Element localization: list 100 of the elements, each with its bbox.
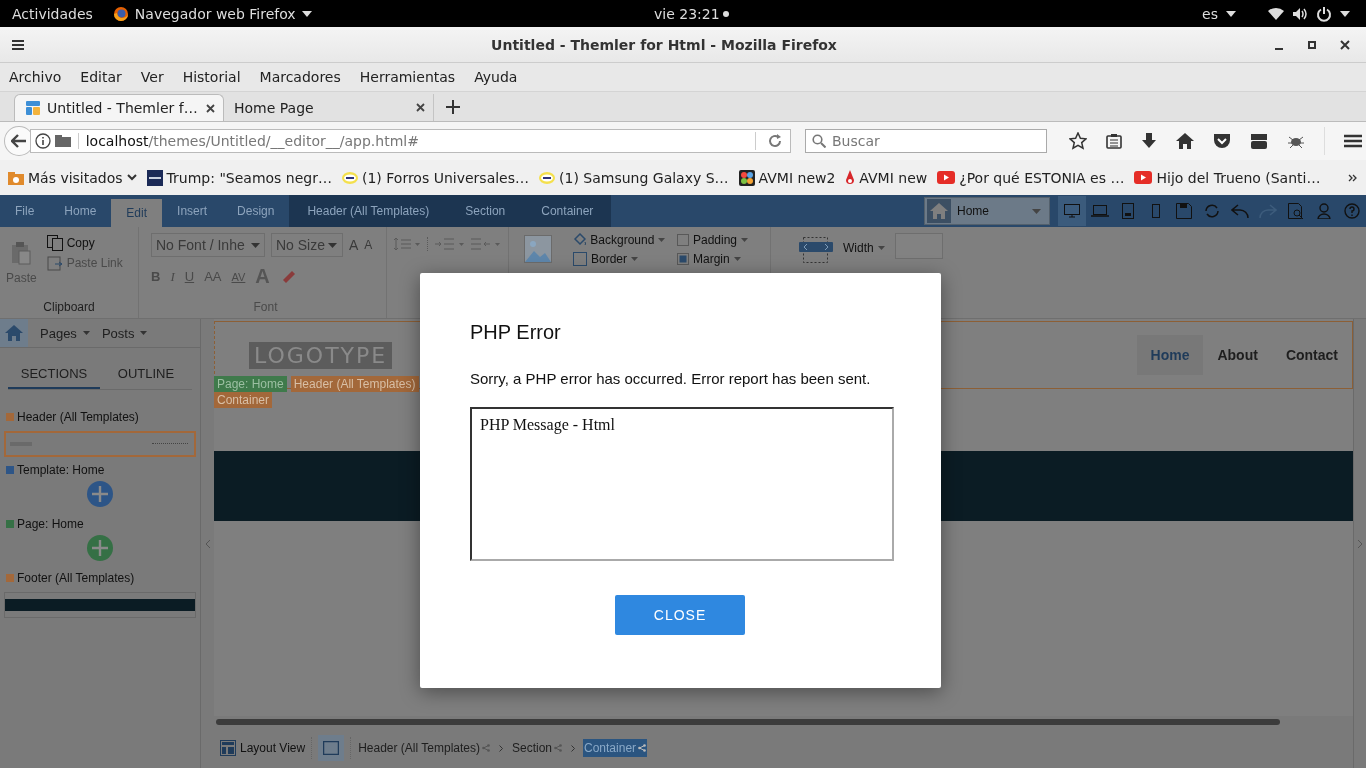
download-icon[interactable] bbox=[1141, 133, 1157, 149]
nav-link[interactable]: Home bbox=[1136, 335, 1204, 375]
background-menu[interactable]: Background bbox=[573, 233, 665, 247]
menu-item[interactable]: Editar bbox=[80, 69, 122, 85]
bookmark-item[interactable]: Hijo del Trueno (Santi… bbox=[1134, 169, 1321, 186]
width-menu[interactable]: Width bbox=[843, 241, 885, 255]
add-button[interactable] bbox=[87, 481, 113, 507]
menu-item[interactable]: Historial bbox=[182, 69, 241, 85]
panel-tab[interactable]: SECTIONS bbox=[8, 362, 100, 389]
app-menu[interactable]: Navegador web Firefox bbox=[134, 5, 296, 22]
menu-item[interactable]: Ver bbox=[140, 69, 164, 85]
section-label[interactable]: Page: Home bbox=[17, 517, 84, 531]
star-icon[interactable] bbox=[1069, 132, 1087, 150]
bookmark-item[interactable]: Trump: "Seamos negr… bbox=[146, 169, 332, 186]
border-menu[interactable]: Border bbox=[573, 252, 665, 266]
panel-tab[interactable]: OUTLINE bbox=[100, 362, 192, 389]
browser-tab[interactable]: Untitled - Themler f… bbox=[14, 94, 224, 121]
share-icon bbox=[638, 744, 647, 752]
ribbon-tab[interactable]: File bbox=[0, 195, 50, 227]
outdent-icon[interactable] bbox=[471, 237, 501, 251]
add-button[interactable] bbox=[87, 535, 113, 561]
breadcrumb[interactable]: Section bbox=[511, 739, 563, 757]
line-spacing-icon[interactable] bbox=[393, 237, 421, 251]
ribbon-tab[interactable]: Section bbox=[447, 195, 524, 227]
bookmark-item[interactable]: ¿Por qué ESTONIA es … bbox=[937, 169, 1125, 186]
menu-item[interactable]: Herramientas bbox=[359, 69, 456, 85]
ribbon-tab[interactable]: Insert bbox=[162, 195, 223, 227]
nav-link[interactable]: Contact bbox=[1271, 335, 1352, 375]
desktop-view-button[interactable] bbox=[1058, 196, 1086, 226]
wifi-icon[interactable] bbox=[1268, 7, 1284, 20]
close-button[interactable]: CLOSE bbox=[615, 595, 745, 635]
copy-button[interactable]: Copy bbox=[46, 235, 123, 251]
section-tag[interactable]: Header (All Templates) bbox=[290, 376, 419, 392]
language-menu[interactable]: es bbox=[1202, 5, 1218, 22]
frame-view-button[interactable] bbox=[318, 735, 345, 761]
layout-view-button[interactable]: Layout View bbox=[220, 740, 306, 756]
nav-link[interactable]: About bbox=[1203, 335, 1272, 375]
info-icon[interactable] bbox=[34, 133, 51, 149]
reload-icon[interactable] bbox=[768, 134, 782, 148]
more-icon[interactable] bbox=[1348, 173, 1358, 182]
bookmark-item[interactable]: AVMI new bbox=[845, 169, 928, 186]
ribbon-tab[interactable]: Edit bbox=[111, 199, 163, 227]
font-family-dropdown[interactable]: No Font / Inhe bbox=[151, 233, 265, 257]
section-label[interactable]: Header (All Templates) bbox=[17, 410, 139, 424]
menu-icon[interactable] bbox=[1344, 134, 1362, 148]
home-icon[interactable] bbox=[1176, 133, 1194, 149]
pocket-icon[interactable] bbox=[1213, 133, 1231, 149]
nav-dropdown[interactable]: Pages bbox=[40, 325, 90, 341]
page-dropdown[interactable]: Home bbox=[924, 197, 1050, 225]
bookmark-item[interactable]: AVMI new2 bbox=[738, 169, 836, 186]
menu-icon[interactable] bbox=[12, 39, 24, 50]
scrollbar-thumb[interactable] bbox=[216, 719, 1280, 725]
size-icon[interactable] bbox=[799, 237, 833, 263]
close-icon[interactable] bbox=[1340, 39, 1350, 50]
ribbon-tab[interactable]: Home bbox=[49, 195, 112, 227]
reading-list-icon[interactable] bbox=[1106, 133, 1122, 149]
laptop-icon bbox=[1091, 205, 1109, 217]
section-tag[interactable]: Page: Home bbox=[214, 376, 287, 392]
bookmark-item[interactable]: Más visitados bbox=[8, 169, 137, 186]
search-field[interactable]: Buscar bbox=[805, 129, 1047, 153]
bookmark-item[interactable]: (1) Samsung Galaxy S… bbox=[539, 169, 729, 186]
section-label[interactable]: Template: Home bbox=[17, 463, 105, 477]
breadcrumb[interactable]: Container bbox=[583, 739, 648, 757]
error-details-field[interactable]: PHP Message - Html bbox=[470, 407, 894, 561]
clock[interactable]: vie 23:21 bbox=[654, 5, 720, 22]
bookmark-item[interactable]: (1) Forros Universales… bbox=[342, 169, 529, 186]
header-thumbnail[interactable] bbox=[4, 431, 196, 457]
nav-dropdown[interactable]: Posts bbox=[101, 325, 148, 341]
collapse-icon[interactable] bbox=[204, 538, 211, 549]
address-field[interactable]: localhost/themes/Untitled/__editor__/app.html# bbox=[29, 129, 791, 153]
close-icon[interactable] bbox=[206, 103, 215, 113]
padding-menu[interactable]: Padding bbox=[677, 233, 764, 247]
bug-icon[interactable] bbox=[1287, 134, 1305, 148]
margin-menu[interactable]: Margin bbox=[677, 252, 764, 266]
font-size-button[interactable]: A bbox=[364, 238, 373, 252]
section-tag[interactable]: Container bbox=[214, 392, 273, 408]
section-label[interactable]: Footer (All Templates) bbox=[17, 571, 135, 585]
activities-button[interactable]: Actividades bbox=[12, 5, 93, 22]
indent-icon[interactable] bbox=[435, 237, 465, 251]
menu-item[interactable]: Ayuda bbox=[474, 69, 518, 85]
breadcrumb[interactable]: Header (All Templates) bbox=[357, 739, 491, 757]
maximize-icon[interactable] bbox=[1308, 40, 1316, 49]
ribbon-tab[interactable]: Container bbox=[523, 195, 612, 227]
power-icon[interactable] bbox=[1316, 5, 1332, 22]
font-size-button[interactable]: A bbox=[349, 237, 359, 253]
home-button[interactable] bbox=[0, 319, 28, 347]
volume-icon[interactable] bbox=[1292, 6, 1308, 21]
collapse-icon[interactable] bbox=[1357, 538, 1363, 549]
new-tab-icon[interactable] bbox=[446, 100, 460, 114]
ribbon-tab[interactable]: Header (All Templates) bbox=[289, 195, 448, 227]
menu-item[interactable]: Archivo bbox=[9, 69, 62, 85]
browser-tab[interactable]: Home Page bbox=[224, 94, 434, 121]
font-size-dropdown[interactable]: No Size bbox=[271, 233, 343, 257]
ribbon-tab[interactable]: Design bbox=[222, 195, 290, 227]
folder-icon bbox=[8, 170, 24, 185]
footer-thumbnail[interactable] bbox=[4, 592, 196, 618]
image-icon[interactable] bbox=[524, 235, 552, 263]
caret-icon bbox=[328, 242, 337, 248]
menu-item[interactable]: Marcadores bbox=[259, 69, 341, 85]
close-icon[interactable] bbox=[416, 103, 425, 112]
